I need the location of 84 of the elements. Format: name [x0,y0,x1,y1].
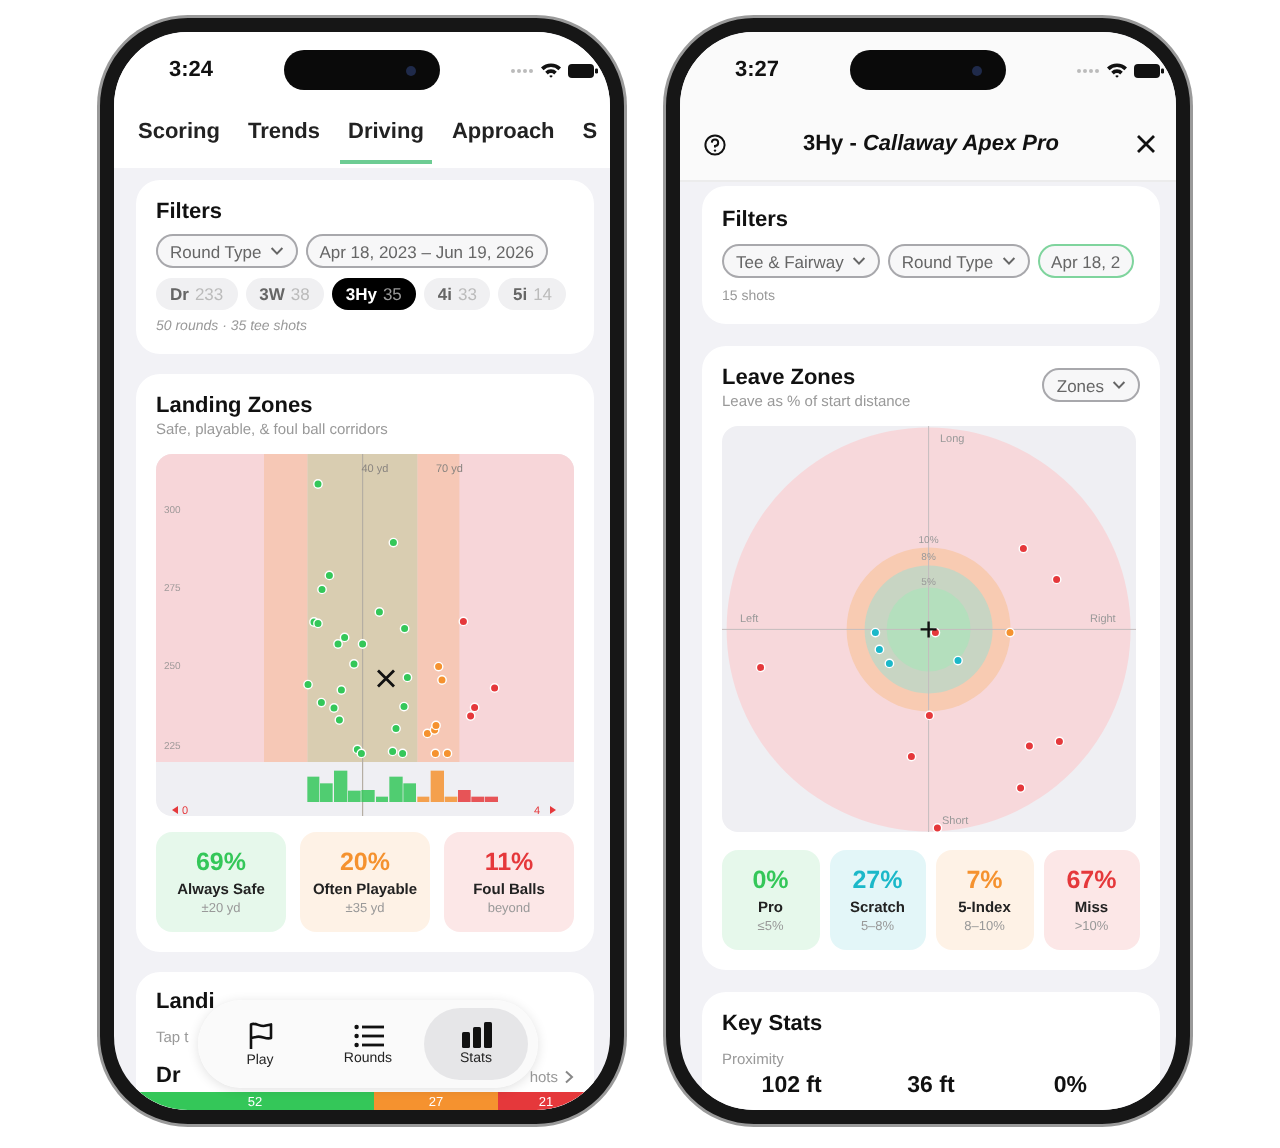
card-title: Filters [156,198,225,226]
signal-icon [510,67,534,73]
pro-zone [886,587,971,672]
shot-dot [1054,736,1065,747]
shot-dot [1005,627,1015,638]
chevron-down-icon [851,256,866,266]
club-title: 3Hy - Callaway Apex Pro [803,132,1059,156]
filter-dropdown[interactable]: Apr 18, 2023 – Jun 19, 2026 [305,234,548,268]
card-title: Key Stats [722,1010,825,1038]
shot-dot [303,679,313,690]
filter-dropdown[interactable]: Apr 18, 2 [1037,244,1135,278]
club-chip[interactable]: 3Hy 35 [331,278,416,310]
shot-dot [755,662,766,673]
shot-dot [313,479,323,489]
target-marker-icon [919,620,938,639]
stat-percent: 67% [1066,866,1117,894]
shot-dot [870,627,881,638]
stat-percent: 11% [484,848,534,876]
shot-dot [874,644,885,655]
shot-dot [1024,741,1035,751]
shot-dot [884,658,895,669]
signal-icon [1076,67,1100,73]
stat-value: 0% [1051,1074,1089,1098]
card-title: Filters [722,206,791,234]
shot-dot [399,701,409,712]
shot-dot [489,683,500,693]
shot-dot [930,627,941,638]
shot-dot [399,623,410,634]
filter-dropdown[interactable]: Round Type [156,234,298,268]
shot-dot [402,672,413,683]
tab[interactable]: S [574,120,606,164]
chevron-down-icon [269,246,284,256]
battery-icon [1134,63,1164,77]
shot-dot [388,537,399,548]
filter-dropdown[interactable]: Tee & Fairway [722,244,880,278]
shot-dot [374,607,385,617]
shot-dot [324,570,335,581]
chevron-down-icon [1112,380,1126,390]
card-title: Landi [156,988,217,1016]
tab[interactable]: Scoring [130,120,228,164]
status-time: 3:27 [734,58,782,82]
shot-dot [357,639,368,649]
stat-percent: 0% [752,866,789,894]
shot-dot [349,659,359,669]
status-time: 3:24 [168,58,216,82]
shot-dot [1015,783,1026,793]
shot-dot [924,710,935,721]
shot-dot [437,675,447,685]
shot-dot [1051,574,1062,585]
target-marker-icon [376,669,396,688]
card-title: Leave Zones [722,364,858,392]
shot-dot [1018,543,1029,554]
close-icon[interactable] [1136,134,1156,154]
shot-dot [906,751,917,762]
club-label: Dr [156,1064,181,1088]
help-icon[interactable] [704,133,726,155]
shot-dot [317,584,327,595]
view-dropdown[interactable]: Zones [1042,368,1140,402]
shot-dot [391,723,401,734]
caret-left-icon [172,806,178,814]
shot-dot [336,685,347,695]
wifi-icon [540,62,562,78]
bar-chart-icon [461,1022,491,1048]
stat-value: 102 ft [759,1074,824,1098]
shot-dot [953,655,963,666]
chevron-right-icon [564,1069,574,1083]
list-icon [353,1023,383,1047]
shot-dot [433,661,444,672]
card-title: Landing Zones [156,392,315,420]
stat-percent: 27% [852,866,903,894]
wifi-icon [1106,62,1128,78]
stat-percent: 69% [195,848,247,876]
caret-right-icon [550,806,556,814]
flag-icon [247,1021,273,1049]
stat-percent: 7% [966,866,1003,894]
tab[interactable]: Driving [340,120,432,164]
stat-percent: 20% [339,848,391,876]
tab[interactable]: Approach [443,120,563,164]
filter-dropdown[interactable]: Round Type [887,244,1030,278]
tab[interactable]: Trends [239,120,329,164]
shot-dot [458,616,469,627]
chevron-down-icon [1001,256,1016,266]
stat-value: 36 ft [905,1074,957,1098]
battery-icon [568,63,598,77]
